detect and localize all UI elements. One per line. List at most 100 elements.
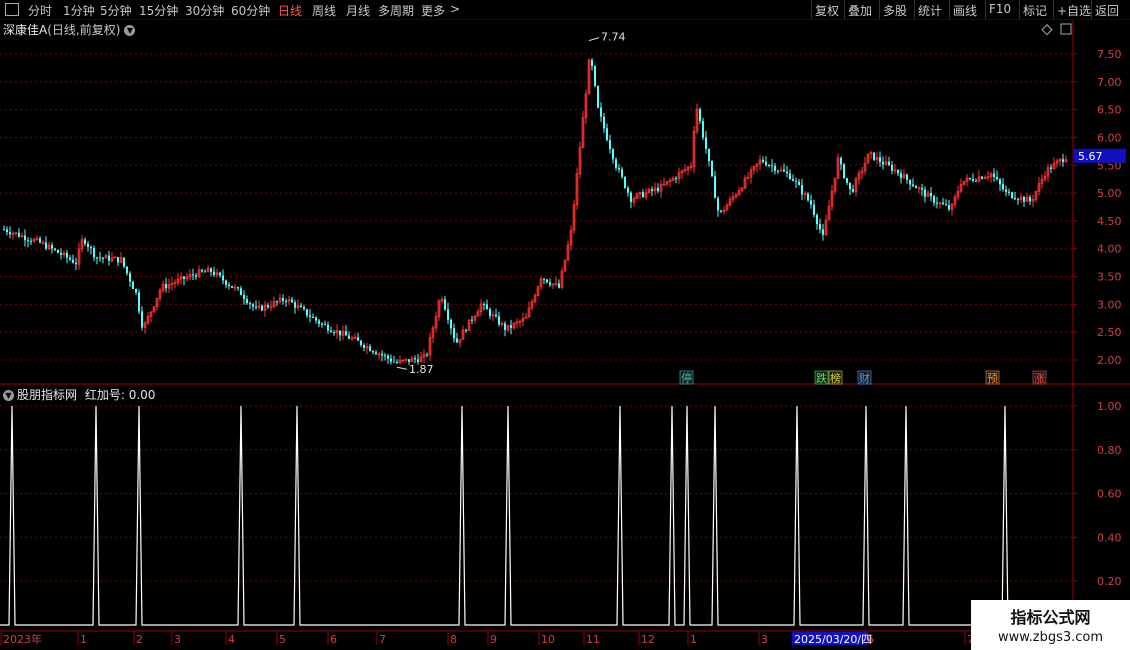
time-axis-label: 2023年	[3, 632, 42, 646]
candle-body	[795, 180, 797, 182]
candle-body	[99, 257, 101, 259]
candle-body	[675, 178, 677, 180]
candle-body	[84, 239, 86, 244]
candle-body	[996, 176, 998, 180]
event-badge-label: 榜	[830, 371, 841, 385]
stock-name[interactable]: 深康佳A	[3, 23, 47, 37]
event-badge-label: 财	[859, 371, 870, 385]
candle-body	[993, 173, 995, 177]
candle-body	[909, 179, 911, 185]
main-y-tick-label: 4.50	[1097, 215, 1122, 228]
main-y-tick-label: 6.00	[1097, 131, 1122, 144]
time-axis-label: 4	[228, 633, 235, 646]
candle-body	[330, 330, 332, 333]
event-badge-label: 预	[987, 372, 998, 385]
candle-body	[360, 340, 362, 346]
candle-body	[315, 317, 317, 321]
candle-body	[504, 323, 506, 331]
time-axis-label: 7	[379, 633, 386, 646]
candle-body	[261, 305, 263, 311]
candle-body	[807, 193, 809, 201]
candle-body	[372, 351, 374, 353]
candle-body	[546, 279, 548, 283]
indicator-value: 红加号: 0.00	[84, 388, 156, 402]
time-axis-label: 3	[761, 633, 768, 646]
candle-body	[819, 224, 821, 230]
candle-body	[54, 248, 56, 250]
candle-body	[57, 249, 59, 253]
candle-body	[45, 242, 47, 249]
candle-body	[291, 299, 293, 303]
candle-body	[801, 184, 803, 195]
candle-body	[345, 331, 347, 336]
panel-maximize-icon[interactable]	[1060, 23, 1072, 35]
candle-body	[771, 165, 773, 167]
time-axis-label: 1	[690, 633, 697, 646]
candle-body	[813, 204, 815, 215]
candle-body	[141, 311, 143, 328]
candle-body	[60, 252, 62, 255]
candle-body	[792, 178, 794, 181]
candle-body	[846, 177, 848, 183]
candle-body	[603, 116, 605, 129]
candle-body	[87, 243, 89, 247]
candle-body	[1062, 159, 1064, 162]
candle-body	[129, 273, 131, 282]
candle-body	[285, 301, 287, 303]
candle-body	[282, 297, 284, 302]
candle-body	[621, 169, 623, 177]
candle-body	[717, 198, 719, 211]
candle-body	[414, 358, 416, 360]
diamond-icon[interactable]	[1041, 24, 1053, 36]
candle-body	[594, 66, 596, 86]
candle-body	[195, 275, 197, 277]
main-y-tick-label: 3.50	[1097, 271, 1122, 284]
candle-body	[897, 169, 899, 174]
candle-body	[888, 161, 890, 165]
candle-body	[27, 240, 29, 242]
candle-body	[450, 319, 452, 329]
candle-body	[324, 323, 326, 325]
chart-area: 7.507.006.506.005.505.004.504.003.503.00…	[0, 20, 1130, 646]
candle-body	[375, 352, 377, 355]
candle-body	[762, 159, 764, 162]
candle-body	[699, 109, 701, 122]
candle-body	[915, 186, 917, 189]
candle-body	[408, 359, 410, 362]
candle-body	[213, 271, 215, 275]
candle-body	[768, 165, 770, 167]
candle-body	[219, 272, 221, 276]
candle-body	[816, 214, 818, 225]
chevron-down-icon[interactable]: ▼	[3, 390, 14, 401]
event-badge-label: 跌	[816, 371, 827, 385]
candle-body	[642, 192, 644, 198]
candle-body	[183, 276, 185, 279]
candle-body	[1029, 197, 1031, 202]
candle-body	[711, 161, 713, 177]
candle-body	[498, 316, 500, 325]
watermark-title: 指标公式网	[1010, 608, 1091, 627]
high-marker-line	[588, 37, 600, 42]
candle-body	[597, 85, 599, 108]
candle-body	[810, 200, 812, 205]
candle-body	[483, 303, 485, 305]
candle-body	[357, 337, 359, 341]
candle-body	[309, 315, 311, 317]
candle-body	[381, 353, 383, 356]
chevron-down-icon[interactable]: ▼	[124, 25, 136, 36]
candle-body	[204, 271, 206, 273]
candle-body	[249, 303, 251, 305]
candle-body	[18, 232, 20, 237]
candle-body	[510, 325, 512, 328]
main-y-tick-label: 5.00	[1097, 187, 1122, 200]
time-axis-label: 12	[641, 633, 655, 646]
candle-body	[975, 180, 977, 182]
candle-body	[471, 319, 473, 321]
candle-body	[276, 301, 278, 303]
indicator-name[interactable]: 股朋指标网	[17, 388, 77, 402]
candle-body	[609, 140, 611, 150]
candle-body	[591, 60, 593, 67]
main-y-tick-label: 3.00	[1097, 298, 1122, 311]
candle-body	[972, 178, 974, 181]
candle-body	[30, 240, 32, 242]
